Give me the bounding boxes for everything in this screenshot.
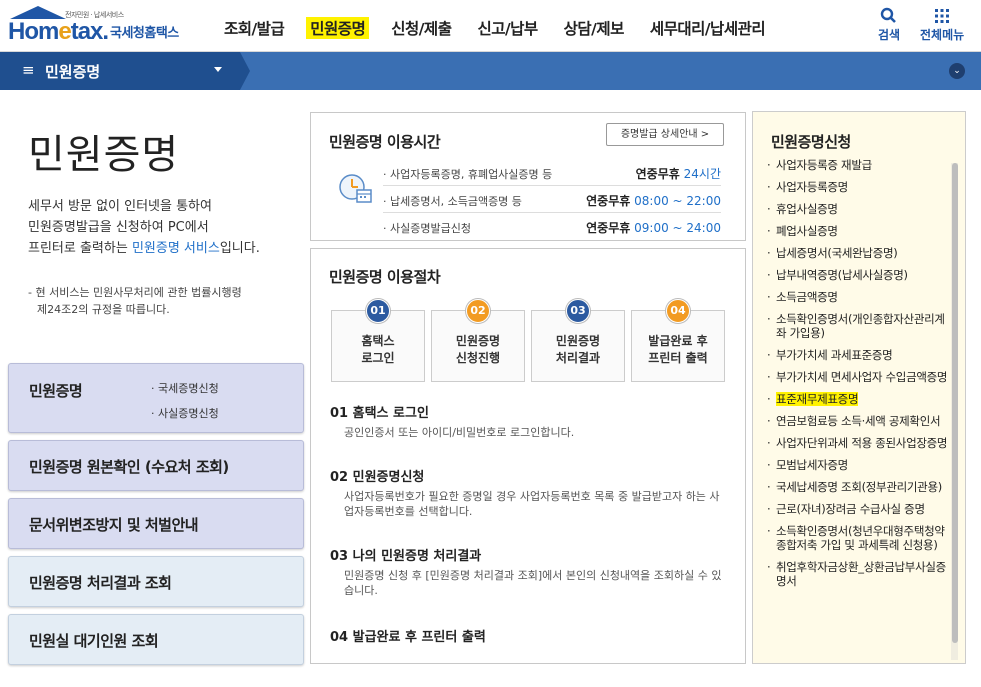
submenu-national-tax-cert[interactable]: · 국세증명신청 [151, 376, 219, 401]
usage-row-name: · 사실증명발급신청 [383, 222, 471, 235]
certificate-link[interactable]: 납세증명서(국세완납증명) [763, 246, 953, 260]
certificate-link[interactable]: 휴업사실증명 [763, 202, 953, 216]
left-menu-civil-certificate[interactable]: 민원증명 · 국세증명신청 · 사실증명신청 [8, 363, 304, 433]
legal-note: - 현 서비스는 민원사무처리에 관한 법률시행령 제24조2의 규정을 따릅니… [28, 284, 242, 318]
left-menu-result-lookup[interactable]: 민원증명 처리결과 조회 [8, 556, 304, 607]
left-menu-label: 문서위변조방지 및 처벌안내 [29, 516, 199, 534]
step-label: 발급완료 후 프린터 출력 [648, 334, 708, 365]
note-line: 제24조2의 규정을 따릅니다. [37, 303, 170, 316]
usage-time-title: 민원증명 이용시간 [329, 133, 441, 151]
left-menu-original-verify[interactable]: 민원증명 원본확인 (수요처 조회) [8, 440, 304, 491]
service-highlight: 민원증명 서비스 [131, 241, 220, 256]
nav-item-report-pay[interactable]: 신고/납부 [477, 17, 538, 39]
certificate-link[interactable]: 취업후학자금상환_상환금납부사실증명서 [763, 560, 953, 588]
certificate-link[interactable]: 소득금액증명 [763, 290, 953, 304]
panel-title: 민원증명신청 [771, 133, 851, 151]
page-description: 세무서 방문 없이 인터넷을 통하여 민원증명발급을 신청하여 PC에서 프린터… [28, 196, 260, 259]
procedure-detail-title: 04 발급완료 후 프린터 출력 [330, 630, 486, 645]
search-label: 검색 [878, 28, 901, 42]
location-current: 민원증명 [45, 63, 101, 81]
usage-row-name: · 사업자등록증명, 휴폐업사실증명 등 [383, 168, 553, 181]
certificate-link[interactable]: 사업자등록증명 [763, 180, 953, 194]
step-label: 민원증명 처리결과 [555, 334, 601, 365]
nav-item-lookup[interactable]: 조회/발급 [224, 17, 285, 39]
procedure-detail-desc: 민원증명 신청 후 [민원증명 처리결과 조회]에서 본인의 신청내역을 조회하… [344, 569, 722, 597]
location-dropdown[interactable]: ≡ 민원증명 [0, 52, 240, 90]
hometax-logo[interactable]: 전자민원 · 납세서비스 Hometax. 국세청홈택스 [8, 6, 203, 48]
procedure-detail-title: 03 나의 민원증명 처리결과 [330, 549, 482, 564]
nav-item-civil-certificate[interactable]: 민원증명 [306, 17, 370, 39]
usage-row-time: 연중무휴 09:00 ~ 24:00 [586, 221, 721, 235]
certificate-link[interactable]: 연금보험료등 소득·세액 공제확인서 [763, 414, 953, 428]
usage-row-name: · 납세증명서, 소득금액증명 등 [383, 195, 522, 208]
hamburger-icon: ≡ [22, 61, 35, 79]
left-menu-subs: · 국세증명신청 · 사실증명신청 [151, 376, 219, 426]
left-menu-label: 민원증명 원본확인 (수요처 조회) [29, 458, 229, 476]
certificate-link[interactable]: 소득확인증명서(개인종합자산관리계좌 가입용) [763, 312, 953, 340]
description-line: 민원증명발급을 신청하여 PC에서 [28, 220, 209, 235]
certificate-link[interactable]: 사업자등록증 재발급 [763, 158, 953, 172]
left-menu-waiting-count[interactable]: 민원실 대기인원 조회 [8, 614, 304, 665]
nav-item-tax-agent[interactable]: 세무대리/납세관리 [650, 17, 766, 39]
step-label: 홈택스 로그인 [361, 334, 395, 365]
left-menu-label: 민원증명 [29, 382, 83, 400]
left-menu-forgery-prevention[interactable]: 문서위변조방지 및 처벌안내 [8, 498, 304, 549]
certificate-link[interactable]: 폐업사실증명 [763, 224, 953, 238]
logo-korean-name: 국세청홈택스 [110, 26, 179, 41]
usage-time-row: · 사업자등록증명, 휴폐업사실증명 등 연중무휴 24시간 [383, 160, 721, 186]
nav-item-apply[interactable]: 신청/제출 [391, 17, 452, 39]
search-icon [880, 7, 896, 23]
grid-menu-icon [935, 9, 950, 23]
logo-wordmark: Hometax. [8, 18, 109, 45]
certificate-link[interactable]: 근로(자녀)장려금 수급사실 증명 [763, 502, 953, 516]
step-number-badge: 01 [366, 299, 390, 323]
page-title: 민원증명 [28, 132, 180, 178]
main-nav: 조회/발급 민원증명 신청/제출 신고/납부 상담/제보 세무대리/납세관리 [224, 17, 791, 39]
procedure-title: 민원증명 이용절차 [329, 268, 441, 286]
procedure-detail-title: 01 홈택스 로그인 [330, 406, 429, 421]
left-menu-label: 민원실 대기인원 조회 [29, 632, 159, 650]
description-line: 세무서 방문 없이 인터넷을 통하여 [28, 199, 212, 214]
location-bar: ≡ 민원증명 ⌄ [0, 52, 981, 90]
step-number-badge: 02 [466, 299, 490, 323]
procedure-detail-title: 02 민원증명신청 [330, 470, 425, 485]
procedure-detail-desc: 사업자등록번호가 필요한 증명일 경우 사업자등록번호 목록 중 발급받고자 하… [344, 490, 720, 518]
full-menu-button[interactable]: 전체메뉴 [920, 6, 964, 43]
note-line: - 현 서비스는 민원사무처리에 관한 법률시행령 [28, 286, 242, 299]
certificate-link[interactable]: 부가가치세 면세사업자 수입금액증명 [763, 370, 953, 384]
expand-circle-icon[interactable]: ⌄ [949, 63, 965, 79]
certificate-link[interactable]: 소득확인증명서(청년우대형주택청약종합저축 가입 및 과세특례 신청용) [763, 524, 953, 552]
certificate-link[interactable]: 모범납세자증명 [763, 458, 953, 472]
submenu-fact-cert[interactable]: · 사실증명신청 [151, 401, 219, 426]
usage-row-time: 연중무휴 24시간 [635, 167, 721, 181]
certificate-apply-panel: 민원증명신청 사업자등록증 재발급 사업자등록증명 휴업사실증명 폐업사실증명 … [752, 111, 966, 664]
search-button[interactable]: 검색 [878, 6, 900, 43]
step-number-badge: 03 [566, 299, 590, 323]
usage-time-box: 민원증명 이용시간 증명발급 상세안내 > · 사업자등록증명, 휴폐업사실증명… [310, 112, 746, 241]
step-label: 민원증명 신청진행 [455, 334, 501, 365]
top-header: 전자민원 · 납세서비스 Hometax. 국세청홈택스 조회/발급 민원증명 … [0, 0, 981, 52]
description-line: 프린터로 출력하는 민원증명 서비스입니다. [28, 241, 260, 256]
detail-guide-button[interactable]: 증명발급 상세안내 > [606, 123, 724, 146]
procedure-detail-desc: 공인인증서 또는 아이디/비밀번호로 로그인합니다. [344, 426, 575, 439]
certificate-link[interactable]: 부가가치세 과세표준증명 [763, 348, 953, 362]
panel-scrollbar-thumb[interactable] [952, 163, 958, 643]
certificate-link[interactable]: 국세납세증명 조회(정부관리기관용) [763, 480, 953, 494]
usage-time-row: · 사실증명발급신청 연중무휴 09:00 ~ 24:00 [383, 214, 721, 240]
location-arrow [240, 52, 250, 90]
certificate-link[interactable]: 납부내역증명(납세사실증명) [763, 268, 953, 282]
step-number-badge: 04 [666, 299, 690, 323]
clock-calendar-icon [339, 174, 372, 203]
full-menu-label: 전체메뉴 [920, 28, 965, 42]
nav-item-consult[interactable]: 상담/제보 [564, 17, 625, 39]
usage-row-time: 연중무휴 08:00 ~ 22:00 [586, 194, 721, 208]
certificate-list: 사업자등록증 재발급 사업자등록증명 휴업사실증명 폐업사실증명 납세증명서(국… [763, 158, 953, 596]
left-menu-label: 민원증명 처리결과 조회 [29, 574, 172, 592]
certificate-link[interactable]: 사업자단위과세 적용 종된사업장증명 [763, 436, 953, 450]
procedure-box: 민원증명 이용절차 홈택스 로그인 민원증명 신청진행 민원증명 처리결과 발급… [310, 248, 746, 664]
chevron-down-icon [214, 67, 222, 72]
usage-time-row: · 납세증명서, 소득금액증명 등 연중무휴 08:00 ~ 22:00 [383, 187, 721, 213]
certificate-link-highlighted[interactable]: 표준재무제표증명 [763, 392, 953, 406]
